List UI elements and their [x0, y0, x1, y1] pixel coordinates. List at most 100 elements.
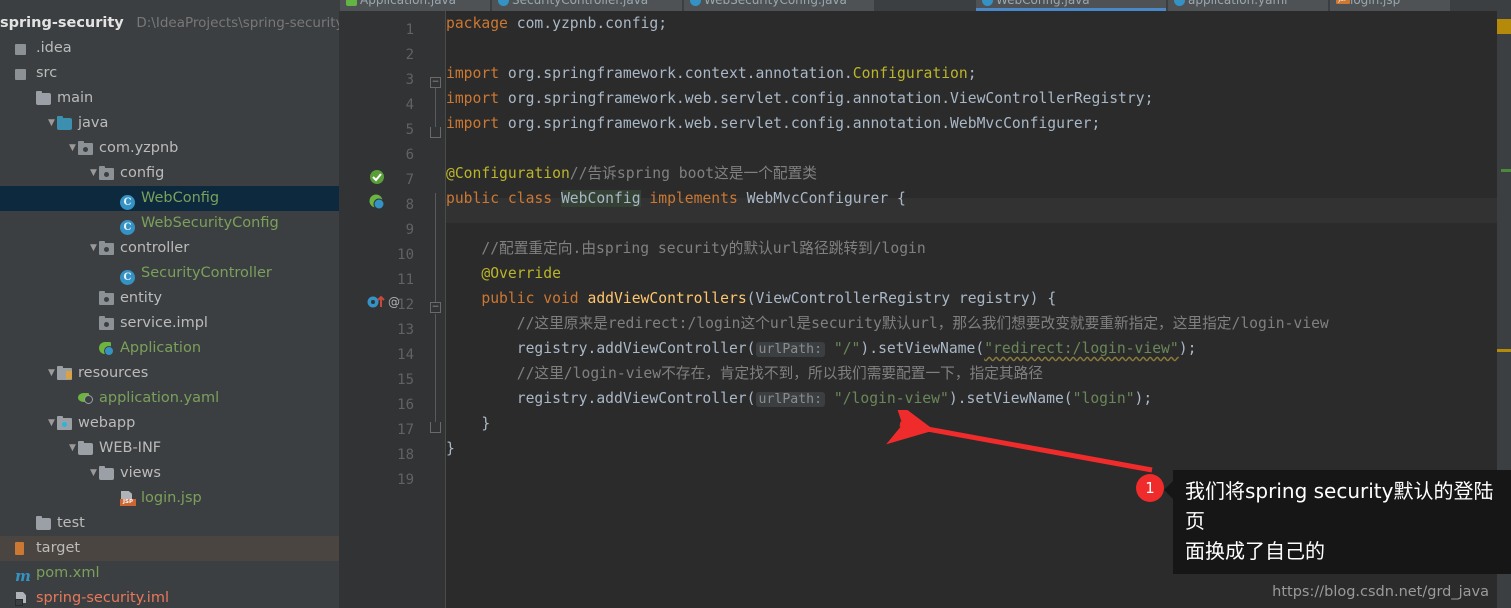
sidebar-item--idea[interactable]: .idea: [0, 36, 339, 61]
code-token: );: [1134, 390, 1153, 407]
editor-tab-3[interactable]: WebConfig.java: [976, 0, 1166, 11]
editor-tab-0[interactable]: Application.java: [340, 0, 490, 11]
sidebar-item-pom-xml[interactable]: pom.xml: [0, 561, 339, 589]
sidebar-item-main[interactable]: main: [0, 86, 339, 111]
sidebar-item-resources[interactable]: ▼ resources: [0, 361, 339, 386]
project-tree[interactable]: .idea src main ▼ java ▼ com.yzpnb ▼ config C WebCo…: [0, 36, 339, 608]
code-line-18[interactable]: }: [446, 436, 455, 461]
code-token: //告诉spring boot这是一个配置类: [569, 165, 817, 182]
code-token: void: [543, 290, 579, 307]
sidebar-item-websecurityconfig[interactable]: C WebSecurityConfig: [0, 211, 339, 236]
class-icon: C: [120, 214, 137, 235]
editor-tab-strip[interactable]: Application.java SecurityController.java W…: [0, 0, 1511, 11]
sidebar-item-application-yaml[interactable]: application.yaml: [0, 386, 339, 411]
code-token: urlPath:: [755, 392, 826, 407]
code-line-17[interactable]: }: [446, 411, 490, 436]
code-line-10[interactable]: //配置重定向.由spring security的默认url路径跳转到/logi…: [446, 236, 925, 261]
warning-marker[interactable]: [1497, 349, 1511, 352]
folder-icon: [36, 89, 53, 105]
fold-marker-method-end[interactable]: [430, 422, 441, 433]
sidebar-item-webconfig[interactable]: C WebConfig: [0, 186, 339, 211]
chevron-down-icon[interactable]: ▼: [46, 411, 57, 436]
chevron-down-icon[interactable]: ▼: [46, 361, 57, 386]
sidebar-item-web-inf[interactable]: ▼ WEB-INF: [0, 436, 339, 461]
sidebar-item-securitycontroller[interactable]: C SecurityController: [0, 261, 339, 286]
fold-marker-imports[interactable]: −: [430, 77, 441, 88]
editor-tab-2[interactable]: WebSecurityConfig.java: [684, 0, 874, 11]
class-icon: C: [120, 264, 137, 285]
code-token: com.yzpnb.config;: [507, 15, 668, 32]
line-number: 3: [405, 72, 414, 88]
code-line-7[interactable]: @Configuration//告诉spring boot这是一个配置类: [446, 161, 817, 186]
sidebar-item-webapp[interactable]: ▼ webapp: [0, 411, 339, 436]
sidebar-item-controller[interactable]: ▼ controller: [0, 236, 339, 261]
code-token: //这里原来是redirect:/login这个url是security默认ur…: [446, 315, 1329, 332]
line-number: 11: [397, 272, 414, 288]
code-token: @Configuration: [446, 165, 570, 182]
editor-tab-1[interactable]: SecurityController.java: [492, 0, 682, 11]
code-line-3[interactable]: import org.springframework.context.annot…: [446, 61, 977, 86]
code-line-1[interactable]: package com.yzpnb.config;: [446, 11, 667, 36]
editor-tab-4[interactable]: application.yaml: [1168, 0, 1328, 11]
yaml-icon: [1174, 0, 1185, 6]
annotation-text-line-2: 面换成了自己的: [1185, 539, 1325, 563]
code-token: import: [446, 90, 500, 107]
sidebar-item-entity[interactable]: entity: [0, 286, 339, 311]
code-token: implements: [649, 190, 738, 207]
line-number: 14: [397, 347, 414, 363]
project-root-row[interactable]: spring-security D:\IdeaProjects\spring-s…: [0, 11, 339, 36]
chevron-down-icon[interactable]: ▼: [67, 436, 78, 461]
web-folder-icon: [57, 414, 74, 430]
code-line-4[interactable]: import org.springframework.web.servlet.c…: [446, 86, 1153, 111]
vcs-added-marker[interactable]: [1501, 169, 1511, 172]
code-token: addViewControllers: [587, 290, 747, 307]
overriding-method-icon[interactable]: @: [367, 294, 400, 310]
code-line-8[interactable]: public class WebConfig implements WebMvc…: [446, 186, 906, 211]
chevron-down-icon[interactable]: ▼: [67, 136, 78, 161]
maven-icon: [15, 564, 32, 589]
line-number: 6: [405, 147, 414, 163]
sidebar-item-test[interactable]: test: [0, 511, 339, 536]
line-number: 18: [397, 447, 414, 463]
editor-gutter[interactable]: 1 2 3 4 5 6 7 8 9 10 11 12 13 14 15 16 17 18 19 @: [339, 11, 424, 608]
line-number: 9: [405, 222, 414, 238]
warning-marker-top[interactable]: [1497, 19, 1511, 34]
sidebar-item-spring-security-iml[interactable]: spring-security.iml: [0, 586, 339, 608]
fold-marker-method[interactable]: −: [430, 302, 441, 313]
project-tool-window[interactable]: spring-security D:\IdeaProjects\spring-s…: [0, 11, 339, 608]
code-token: }: [446, 440, 455, 457]
chevron-down-icon[interactable]: ▼: [46, 111, 57, 136]
code-token: urlPath:: [755, 342, 826, 357]
code-line-5[interactable]: import org.springframework.web.servlet.c…: [446, 111, 1100, 136]
code-token: "/": [833, 340, 861, 357]
chevron-down-icon[interactable]: ▼: [88, 161, 99, 186]
sidebar-item-login-jsp[interactable]: login.jsp: [0, 486, 339, 511]
chevron-down-icon[interactable]: ▼: [88, 461, 99, 486]
sidebar-item-com-yzpnb[interactable]: ▼ com.yzpnb: [0, 136, 339, 161]
code-line-15[interactable]: //这里/login-view不存在，肯定找不到，所以我们需要配置一下，指定其路…: [446, 361, 1043, 386]
sidebar-item-config[interactable]: ▼ config: [0, 161, 339, 186]
code-line-16[interactable]: registry.addViewController(urlPath: "/lo…: [446, 386, 1152, 411]
chevron-down-icon[interactable]: ▼: [88, 236, 99, 261]
source-folder-icon: [57, 114, 74, 130]
code-line-11[interactable]: @Override: [446, 261, 561, 286]
spring-bean-icon[interactable]: [369, 194, 385, 210]
code-line-13[interactable]: //这里原来是redirect:/login这个url是security默认ur…: [446, 311, 1329, 336]
line-number: 16: [397, 397, 414, 413]
sidebar-item-views[interactable]: ▼ views: [0, 461, 339, 486]
code-line-12[interactable]: public void addViewControllers(ViewContr…: [446, 286, 1056, 311]
editor-tab-5[interactable]: JSPlogin.jsp: [1330, 0, 1450, 11]
bean-candidate-icon[interactable]: [369, 169, 385, 185]
fold-marker-imports-end[interactable]: [430, 127, 441, 138]
line-number: 2: [405, 47, 414, 63]
editor-tab-label: WebSecurityConfig.java: [704, 0, 847, 7]
sidebar-item-service-impl[interactable]: service.impl: [0, 311, 339, 336]
sidebar-item-target[interactable]: target: [0, 536, 339, 561]
code-token: WebMvcConfigurer {: [737, 190, 906, 207]
editor-fold-gutter[interactable]: − −: [424, 11, 446, 608]
sidebar-item-application[interactable]: Application: [0, 336, 339, 361]
code-line-14[interactable]: registry.addViewController(urlPath: "/")…: [446, 336, 1196, 361]
sidebar-item-java[interactable]: ▼ java: [0, 111, 339, 136]
sidebar-item-src[interactable]: src: [0, 61, 339, 86]
